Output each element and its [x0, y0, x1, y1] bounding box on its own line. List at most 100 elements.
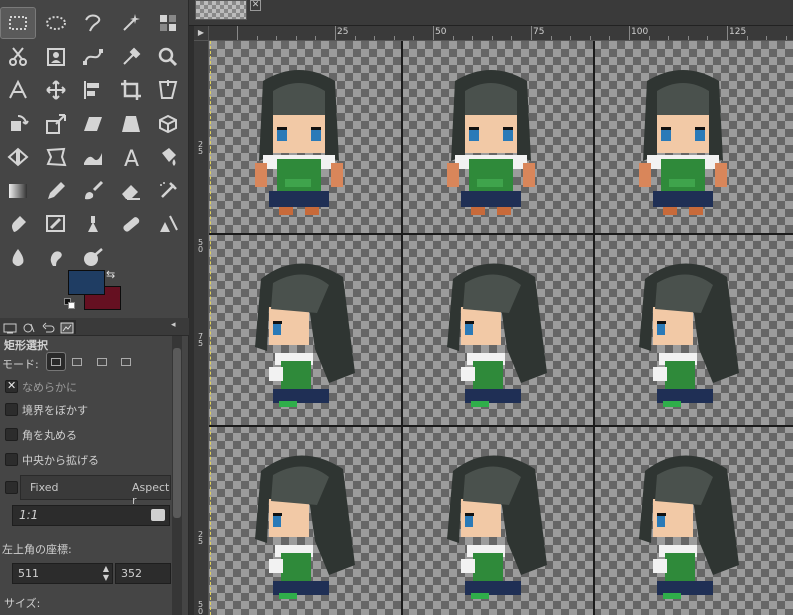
mode-label: モード:: [2, 358, 39, 371]
pencil-icon[interactable]: [39, 176, 73, 206]
scissors-icon[interactable]: [1, 42, 35, 72]
clear-input-icon[interactable]: [151, 509, 165, 521]
expand-from-center-checkbox[interactable]: [5, 453, 18, 466]
vertical-ruler[interactable]: 2 5 5 0 7 5 2 5 5 0: [194, 41, 209, 615]
mode-subtract-button[interactable]: [93, 353, 111, 370]
clone-icon[interactable]: [76, 209, 110, 239]
ruler-tick: [511, 36, 513, 40]
ruler-tick: [315, 36, 317, 40]
text-icon[interactable]: A: [114, 142, 148, 172]
image-window: ✕ ▶ 25 50 75 100 125 2 5 5 0 7 5 2 5 5 0: [189, 0, 793, 615]
paths-icon[interactable]: [76, 42, 110, 72]
sprite-grid-line: [401, 41, 403, 615]
device-status-tab[interactable]: [22, 320, 38, 334]
rect-select-icon[interactable]: [0, 7, 36, 39]
rotate-icon[interactable]: [1, 109, 35, 139]
close-image-icon[interactable]: ✕: [250, 0, 261, 11]
ruler-tick: [256, 36, 258, 40]
size-label: サイズ:: [4, 597, 41, 610]
flip-icon[interactable]: [1, 142, 35, 172]
paintbrush-icon[interactable]: [76, 176, 110, 206]
mypaint-brush-icon[interactable]: [39, 209, 73, 239]
character-sprite-frame: [613, 435, 753, 615]
position-x-input[interactable]: 511 ▲ ▼: [12, 563, 113, 584]
blur-icon[interactable]: [1, 243, 35, 273]
ruler-tick: [276, 36, 278, 40]
gradient-icon[interactable]: [1, 176, 35, 206]
color-picker-icon[interactable]: [114, 42, 148, 72]
feather-checkbox[interactable]: [5, 403, 18, 416]
ruler-label: 2 5: [198, 530, 204, 546]
default-colors-icon[interactable]: [64, 298, 76, 310]
measure-icon[interactable]: [1, 75, 35, 105]
image-thumbnail-tab[interactable]: [195, 0, 247, 20]
antialias-checkbox[interactable]: [5, 379, 18, 393]
fixed-mode-dropdown[interactable]: Fixed Aspect r: [20, 475, 171, 507]
scale-icon[interactable]: [39, 109, 73, 139]
sprite-grid-line: [209, 425, 793, 427]
horizontal-ruler[interactable]: 25 50 75 100 125: [209, 26, 793, 41]
ink-icon[interactable]: [1, 209, 35, 239]
position-y-input[interactable]: 352: [115, 563, 171, 584]
perspective-clone-icon[interactable]: [151, 209, 185, 239]
tool-options-title: 矩形選択: [4, 339, 48, 352]
eraser-icon[interactable]: [114, 176, 148, 206]
ruler-tick: [766, 36, 768, 40]
warp-icon[interactable]: [76, 142, 110, 172]
airbrush-icon[interactable]: [151, 176, 185, 206]
character-sprite-frame: [421, 51, 561, 231]
tool-grid: A: [0, 0, 189, 266]
aspect-ratio-input[interactable]: 1:1: [12, 505, 170, 526]
mode-intersect-button[interactable]: [117, 353, 135, 370]
select-by-color-icon[interactable]: [151, 8, 185, 38]
character-sprite-frame: [613, 243, 753, 423]
color-swatches: ⇆: [62, 266, 127, 318]
ruler-label: 100: [631, 27, 649, 37]
free-select-icon[interactable]: [76, 8, 110, 38]
foreground-color-swatch[interactable]: [68, 270, 105, 295]
spin-x-icon[interactable]: ▲ ▼: [103, 564, 109, 582]
ruler-tick: [609, 36, 611, 40]
bucket-fill-icon[interactable]: [151, 142, 185, 172]
ruler-menu-icon[interactable]: ▶: [194, 26, 209, 41]
ruler-tick: [354, 36, 356, 40]
options-scrollbar[interactable]: [172, 336, 182, 615]
ruler-tick: [550, 36, 552, 40]
ruler-tick: [335, 26, 336, 40]
move-icon[interactable]: [39, 75, 73, 105]
align-icon[interactable]: [76, 75, 110, 105]
sprite-grid-line: [593, 41, 595, 615]
ruler-tick: [648, 36, 650, 40]
perspective-icon[interactable]: [114, 109, 148, 139]
images-tab[interactable]: [60, 320, 76, 334]
dock-menu-icon[interactable]: ◂: [171, 320, 187, 334]
position-x-value: 511: [18, 567, 39, 580]
round-corners-checkbox[interactable]: [5, 428, 18, 441]
heal-icon[interactable]: [114, 209, 148, 239]
swap-colors-icon[interactable]: ⇆: [106, 268, 115, 281]
mode-add-button[interactable]: [68, 353, 86, 370]
canvas-viewport[interactable]: [209, 41, 793, 615]
foreground-select-icon[interactable]: [39, 42, 73, 72]
ellipse-select-icon[interactable]: [39, 8, 73, 38]
ruler-tick: [668, 36, 670, 40]
shear-icon[interactable]: [76, 109, 110, 139]
mode-replace-button[interactable]: [46, 352, 66, 371]
3d-transform-icon[interactable]: [151, 109, 185, 139]
fixed-checkbox[interactable]: [5, 481, 18, 494]
ruler-label: 5 0: [198, 238, 204, 254]
zoom-icon[interactable]: [151, 42, 185, 72]
ruler-label: 75: [533, 27, 545, 37]
unified-transform-icon[interactable]: [151, 75, 185, 105]
tool-options-tab[interactable]: [3, 320, 19, 334]
crop-icon[interactable]: [114, 75, 148, 105]
undo-history-tab[interactable]: [41, 320, 57, 334]
ruler-tick: [452, 36, 454, 40]
ruler-tick: [472, 36, 474, 40]
options-scroll-thumb[interactable]: [173, 348, 181, 518]
fuzzy-select-icon[interactable]: [114, 8, 148, 38]
ruler-tick: [531, 26, 532, 40]
ruler-tick: [687, 36, 689, 40]
character-sprite-frame: [229, 435, 369, 615]
cage-icon[interactable]: [39, 142, 73, 172]
